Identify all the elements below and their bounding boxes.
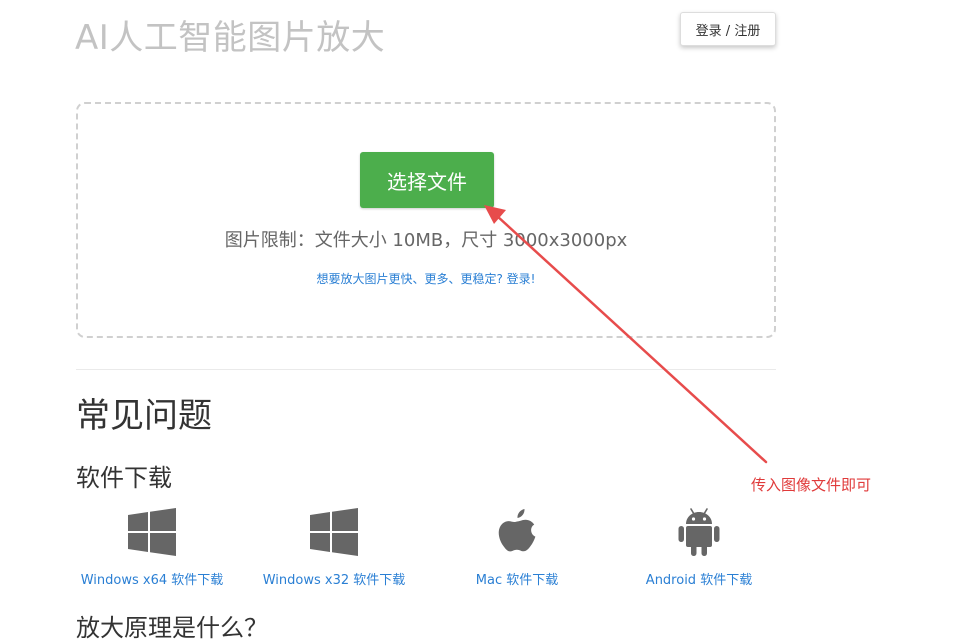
annotation-arrow — [484, 205, 768, 464]
annotation-text: 传入图像文件即可 — [751, 476, 872, 494]
